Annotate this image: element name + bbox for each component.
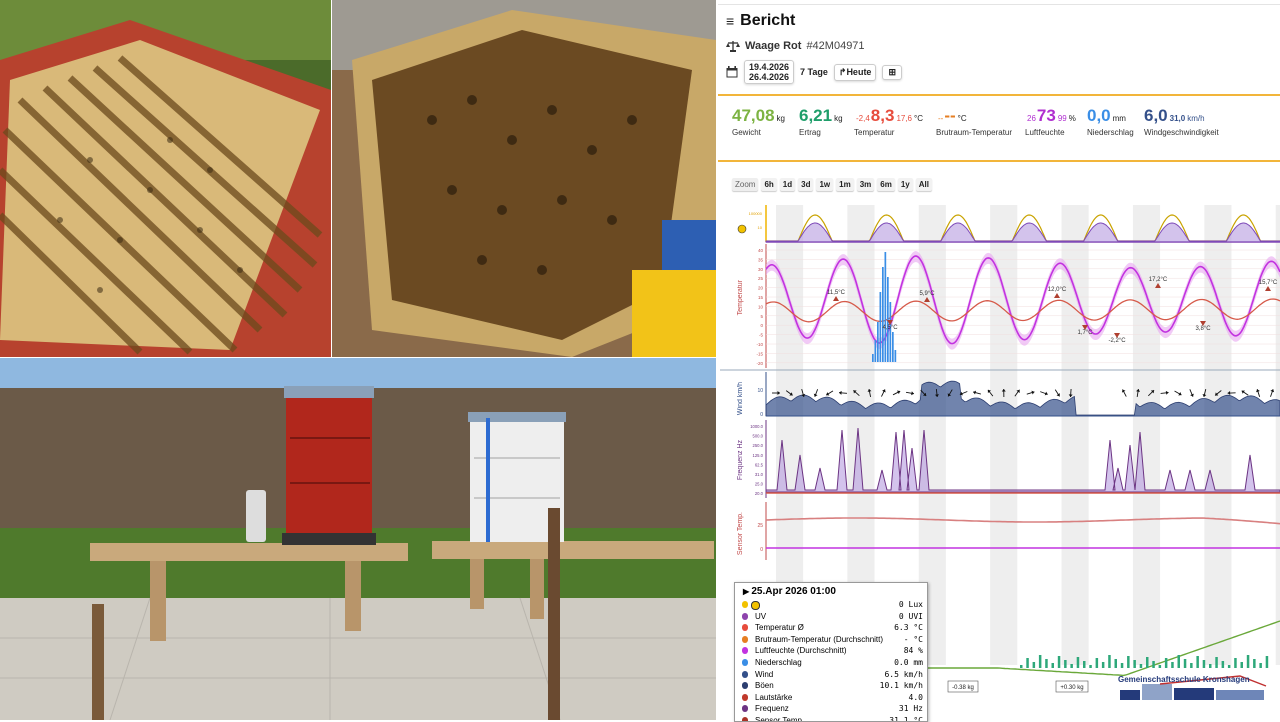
- report-header: ≡ Bericht: [726, 12, 795, 30]
- sun-icon: [742, 601, 748, 608]
- series-dot-icon: [742, 682, 748, 689]
- tooltip-value: 6.3 °C: [894, 622, 923, 634]
- tooltip-row: Sensor Temp. 31.1 °C: [735, 715, 927, 722]
- tooltip-value: 10.1 km/h: [880, 680, 923, 692]
- top-divider: [718, 4, 1280, 5]
- zoom-1w[interactable]: 1w: [816, 178, 833, 191]
- gold-divider-bottom: [718, 160, 1280, 162]
- date-from: 19.4.2026: [749, 62, 789, 72]
- tooltip-label: Brutraum-Temperatur (Durchschnitt): [755, 635, 883, 644]
- sun-icon: [751, 601, 760, 610]
- tooltip-value: 31.1 °C: [889, 715, 923, 722]
- date-range-length: 7 Tage: [800, 67, 828, 77]
- tooltip-row: Böen 10.1 km/h: [735, 680, 927, 692]
- tooltip-label: Böen: [755, 681, 774, 690]
- metric-temperature: -2,48,317,6°C Temperatur: [854, 106, 923, 126]
- date-range-picker[interactable]: 19.4.2026 26.4.2026: [744, 60, 794, 84]
- scale-icon: [726, 40, 740, 52]
- sensor-axis-label: Sensor Temp.: [737, 512, 744, 555]
- series-dot-icon: [742, 705, 748, 712]
- series-dot-icon: [742, 647, 748, 654]
- tooltip-row: Lautstärke 4.0: [735, 692, 927, 704]
- tooltip-row: Frequenz 31 Hz: [735, 703, 927, 715]
- today-button[interactable]: ↱Heute: [834, 64, 877, 81]
- tooltip-row: UV 0 UVI: [735, 611, 927, 623]
- school-name: Gemeinschaftsschule Kronshagen: [1118, 675, 1250, 684]
- tooltip-row: Temperatur Ø 6.3 °C: [735, 622, 927, 634]
- tooltip-title: ▶ 25.Apr 2026 01:00: [735, 583, 927, 599]
- zoom-6m[interactable]: 6m: [877, 178, 895, 191]
- tooltip-value: 0 UVI: [899, 611, 923, 623]
- scale-name: Waage Rot: [745, 40, 801, 52]
- table-icon[interactable]: ⊞: [882, 65, 902, 80]
- wind-axis-label: Wind km/h: [737, 382, 744, 415]
- date-to: 26.4.2026: [749, 72, 789, 82]
- zoom-all[interactable]: All: [916, 178, 932, 191]
- tooltip-label: Wind: [755, 670, 773, 679]
- photo-collage: [0, 0, 716, 720]
- chart-tooltip: ▶ 25.Apr 2026 01:00 0 LuxUV0 UVITemperat…: [734, 582, 928, 722]
- tooltip-label: Lautstärke: [755, 693, 792, 702]
- series-dot-icon: [742, 636, 748, 643]
- metric-yield: 6,21kg Ertrag: [799, 106, 843, 126]
- tooltip-row: Wind 6.5 km/h: [735, 669, 927, 681]
- tooltip-value: 6.5 km/h: [884, 669, 923, 681]
- frequency-axis-label: Frequenz Hz: [737, 440, 744, 480]
- zoom-3d[interactable]: 3d: [798, 178, 813, 191]
- photo-hive-frames: [0, 0, 331, 357]
- tooltip-label: Luftfeuchte (Durchschnitt): [755, 646, 847, 655]
- date-range-row: 19.4.2026 26.4.2026 7 Tage ↱Heute ⊞: [726, 60, 902, 84]
- series-dot-icon: [742, 659, 748, 666]
- tooltip-value: - °C: [904, 634, 923, 646]
- temperature-axis-label: Temperatur: [737, 280, 744, 315]
- photo-bee-frame: [332, 0, 716, 357]
- gold-divider-top: [718, 94, 1280, 96]
- tooltip-label: UV: [755, 612, 766, 621]
- hamburger-icon[interactable]: ≡: [726, 13, 734, 29]
- tooltip-label: Sensor Temp.: [755, 716, 804, 722]
- tooltip-value: 0.0 mm: [894, 657, 923, 669]
- metric-brood-temperature: ----°C Brutraum-Temperatur: [936, 106, 967, 126]
- series-dot-icon: [742, 717, 748, 722]
- tooltip-value: 31 Hz: [899, 703, 923, 715]
- scale-id: #42M04971: [806, 40, 864, 52]
- page-title: Bericht: [740, 12, 795, 30]
- zoom-bar: Zoom 6h 1d 3d 1w 1m 3m 6m 1y All: [732, 178, 932, 191]
- scale-info: Waage Rot #42M04971: [726, 40, 865, 52]
- tooltip-label: Frequenz: [755, 704, 789, 713]
- photo-hives-garden: [0, 358, 716, 720]
- zoom-1d[interactable]: 1d: [780, 178, 795, 191]
- series-dot-icon: [742, 671, 748, 678]
- series-dot-icon: [742, 613, 748, 620]
- zoom-6h[interactable]: 6h: [761, 178, 776, 191]
- zoom-3m[interactable]: 3m: [857, 178, 875, 191]
- calendar-icon[interactable]: [726, 66, 738, 78]
- metric-rain: 0,0mm Niederschlag: [1087, 106, 1126, 126]
- tooltip-value: 4.0: [909, 692, 923, 704]
- metric-weight: 47,08kg Gewicht: [732, 106, 785, 126]
- tooltip-row: 0 Lux: [735, 599, 927, 611]
- zoom-label: Zoom: [732, 178, 758, 191]
- tooltip-label: Niederschlag: [755, 658, 802, 667]
- tooltip-row: Brutraum-Temperatur (Durchschnitt) - °C: [735, 634, 927, 646]
- tooltip-row: Niederschlag 0.0 mm: [735, 657, 927, 669]
- metric-humidity: 267399% Luftfeuchte: [1025, 106, 1076, 126]
- series-dot-icon: [742, 624, 748, 631]
- tooltip-rows: 0 LuxUV0 UVITemperatur Ø6.3 °CBrutraum-T…: [735, 599, 927, 722]
- zoom-1y[interactable]: 1y: [898, 178, 913, 191]
- tooltip-label: Temperatur Ø: [755, 623, 804, 632]
- zoom-1m[interactable]: 1m: [836, 178, 854, 191]
- metric-wind: 6,031,0km/h Windgeschwindigkeit: [1144, 106, 1205, 126]
- tooltip-row: Luftfeuchte (Durchschnitt) 84 %: [735, 645, 927, 657]
- tooltip-value: 84 %: [904, 645, 923, 657]
- tooltip-value: 0 Lux: [899, 599, 923, 611]
- series-dot-icon: [742, 694, 748, 701]
- metrics-bar: 47,08kg Gewicht 6,21kg Ertrag -2,48,317,…: [732, 106, 1280, 146]
